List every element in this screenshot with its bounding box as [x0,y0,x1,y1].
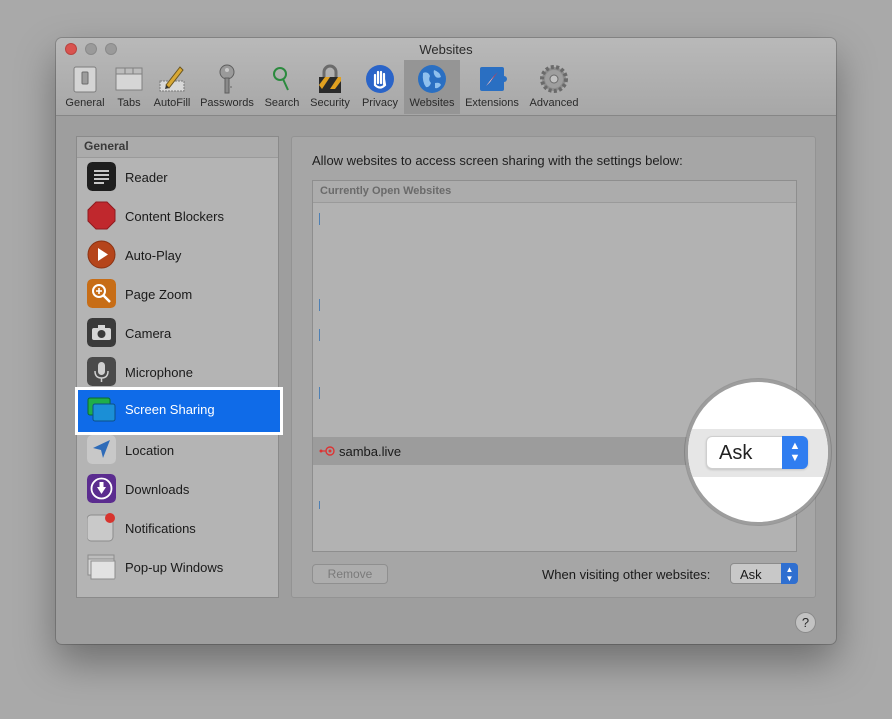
sidebar-item-reader[interactable]: Reader [77,158,278,197]
tab-websites-label: Websites [409,97,455,109]
tab-tabs[interactable]: Tabs [110,60,148,114]
selection-highlight: Screen Sharing [78,390,280,432]
other-websites-label: When visiting other websites: [542,567,711,582]
tab-advanced[interactable]: Advanced [524,60,584,114]
hand-icon [366,65,394,93]
intro-text: Allow websites to access screen sharing … [312,153,683,168]
sidebar-item-label: Screen Sharing [125,402,215,417]
sidebar-item-notifications[interactable]: Notifications [77,509,278,548]
chevron-updown-icon: ▲ ▼ [781,563,798,584]
sidebar-item-label: Page Zoom [125,287,193,302]
remove-button[interactable]: Remove [312,564,388,584]
row-mark [319,329,320,341]
sidebar-item-label: Notifications [125,521,196,536]
tab-security-label: Security [310,97,350,109]
globe-icon [418,65,446,93]
row-mark [319,501,320,509]
select-value: Ask [719,442,753,464]
reader-icon [87,162,116,191]
row-mark [319,299,320,311]
popup-window-icon [87,554,116,580]
row-mark [319,213,320,225]
settings-panel: Allow websites to access screen sharing … [291,136,816,598]
sidebar-item-label: Microphone [125,365,193,380]
sidebar-item-label: Reader [125,170,168,185]
magnified-row: Ask ▲ ▼ [688,429,828,477]
tab-tabs-label: Tabs [117,97,141,109]
autofill-pencil-icon [159,66,185,92]
tab-security[interactable]: Security [306,60,354,114]
sidebar-item-screen-sharing[interactable]: Screen Sharing [75,387,283,435]
magnifier-callout: Ask ▲ ▼ [685,379,831,525]
toolbar: Websites General Tabs AutoFill Passwords… [56,38,836,116]
general-switch-icon [73,66,97,93]
tab-general[interactable]: General [64,60,106,114]
camera-icon [87,318,116,347]
sidebar-item-label: Downloads [125,482,190,497]
tab-autofill-label: AutoFill [153,97,191,109]
sidebar-item-label: Location [125,443,175,458]
tab-search-label: Search [264,97,300,109]
sidebar-item-label: Content Blockers [125,209,224,224]
gear-icon [540,65,568,93]
play-icon [87,240,116,269]
sidebar-item-label: Camera [125,326,172,341]
puzzle-compass-icon [480,67,507,91]
sidebar-item-location[interactable]: Location [77,431,278,470]
sidebar-item-pop-up-windows[interactable]: Pop-up Windows [77,548,278,587]
sidebar-item-label: Auto-Play [125,248,182,263]
sidebar-header: General [77,137,278,158]
sidebar-item-camera[interactable]: Camera [77,314,278,353]
sidebar-item-content-blockers[interactable]: Content Blockers [77,197,278,236]
tab-passwords[interactable]: Passwords [198,60,256,114]
sidebar-item-downloads[interactable]: Downloads [77,470,278,509]
window-title: Websites [419,42,473,57]
notification-badge-icon [87,513,115,542]
table-header: Currently Open Websites [313,181,796,203]
screen-sharing-icon [87,397,116,422]
tab-extensions-label: Extensions [465,97,519,109]
tab-privacy[interactable]: Privacy [358,60,402,114]
tab-advanced-label: Advanced [529,97,579,109]
sidebar: General Reader Content Blockers Auto-Pla… [75,136,283,598]
row-mark [319,387,320,399]
chevron-updown-icon: ▲ ▼ [782,436,808,469]
magnifier-icon [273,67,289,91]
microphone-icon [87,357,116,386]
site-name: samba.live [339,444,402,459]
tab-general-label: General [65,97,105,109]
preferences-window: Websites General Tabs AutoFill Passwords… [56,38,836,644]
stop-sign-icon [87,201,116,230]
other-websites-select[interactable]: Ask ▲ ▼ [730,563,798,584]
tab-search[interactable]: Search [262,60,302,114]
tab-privacy-label: Privacy [361,97,399,109]
download-icon [87,474,116,503]
tab-passwords-label: Passwords [200,97,254,109]
zoom-icon [87,279,116,308]
select-value: Ask [740,567,762,582]
tab-extensions[interactable]: Extensions [462,60,522,114]
sidebar-item-label: Pop-up Windows [125,560,224,575]
site-permission-select[interactable]: Ask ▲ ▼ [706,436,808,469]
key-icon [219,64,235,94]
sidebar-item-auto-play[interactable]: Auto-Play [77,236,278,275]
lock-icon [319,64,341,93]
help-button[interactable]: ? [795,612,816,633]
tab-websites[interactable]: Websites [404,60,460,114]
sidebar-item-page-zoom[interactable]: Page Zoom [77,275,278,314]
location-arrow-icon [87,435,116,464]
tab-autofill[interactable]: AutoFill [150,60,194,114]
tabs-icon [115,67,143,91]
site-favicon-icon [319,446,335,456]
